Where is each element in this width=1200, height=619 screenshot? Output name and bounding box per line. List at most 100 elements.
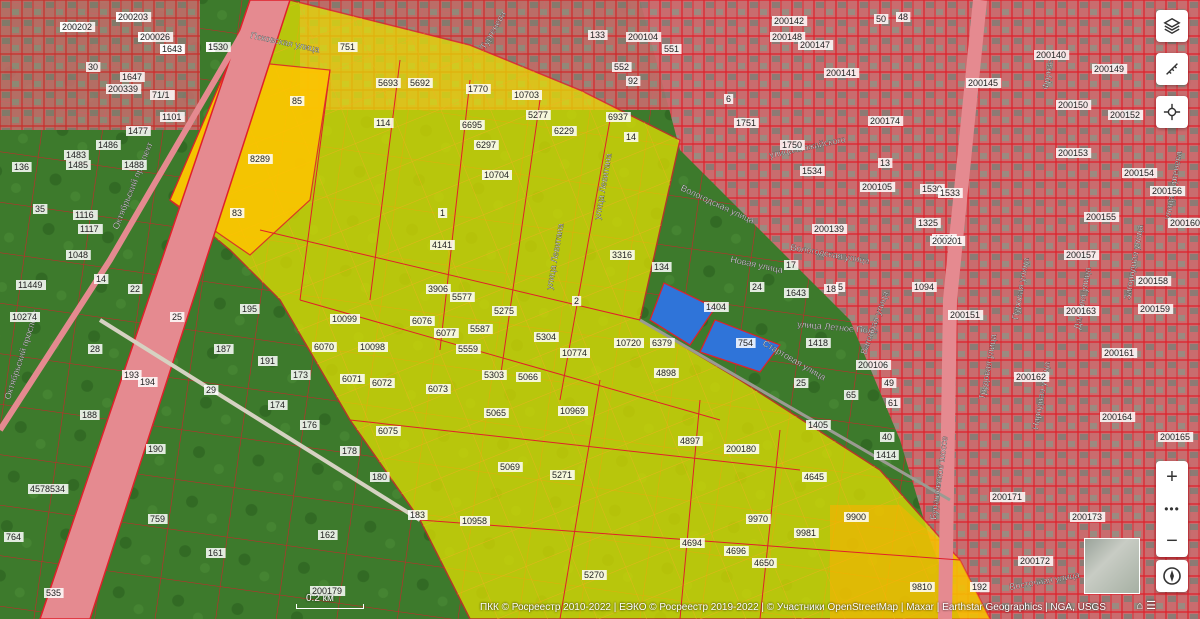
- parcel-number: 9810: [912, 582, 932, 592]
- parcel-number: 9970: [748, 514, 768, 524]
- parcel-number: 551: [664, 44, 679, 54]
- parcel-number: 200149: [1094, 64, 1124, 74]
- parcel-number: 759: [150, 514, 165, 524]
- parcel-number: 200152: [1110, 110, 1140, 120]
- parcel-number: 200157: [1066, 250, 1096, 260]
- parcel-number: 200174: [870, 116, 900, 126]
- parcel-number: 1530: [208, 42, 228, 52]
- parcel-number: 200180: [726, 444, 756, 454]
- attribution: ПКК © Росреестр 2010-2022 | ЕЭКО © Росре…: [480, 602, 1106, 613]
- parcel-number: 200201: [932, 236, 962, 246]
- map-canvas[interactable]: Октябрьский проспект Октябрьский проспек…: [0, 0, 1200, 619]
- parcel-number: 5277: [528, 110, 548, 120]
- layers-button[interactable]: [1156, 10, 1188, 42]
- parcel-number: 5271: [552, 470, 572, 480]
- parcel-number: 1488: [124, 160, 144, 170]
- parcel-number: 4645: [804, 472, 824, 482]
- parcel-number: 61: [888, 398, 898, 408]
- parcel-number: 6695: [462, 120, 482, 130]
- compass-button[interactable]: [1156, 560, 1188, 592]
- parcel-number: 10774: [562, 348, 587, 358]
- parcel-number: 5270: [584, 570, 604, 580]
- parcel-number: 200172: [1020, 556, 1050, 566]
- parcel-number: 1414: [876, 450, 896, 460]
- parcel-number: 1533: [940, 188, 960, 198]
- menu-icon[interactable]: ☰: [1146, 600, 1156, 612]
- zoom-in-button[interactable]: +: [1156, 461, 1188, 493]
- parcel-number: 764: [6, 532, 21, 542]
- parcel-number: 5065: [486, 408, 506, 418]
- parcel-number: 188: [82, 410, 97, 420]
- parcel-number: 200106: [858, 360, 888, 370]
- parcel-number: 183: [410, 510, 425, 520]
- parcel-number: 1534: [802, 166, 822, 176]
- scale-label: 0.2 км: [306, 593, 334, 604]
- parcel-number: 11449: [18, 280, 42, 290]
- parcel-number: 194: [140, 377, 155, 387]
- parcel-number: 10099: [332, 314, 357, 324]
- parcel-number: 10098: [360, 342, 385, 352]
- parcel-number: 1477: [128, 126, 148, 136]
- home-icon[interactable]: ⌂: [1136, 600, 1143, 612]
- parcel-number: 200153: [1058, 148, 1088, 158]
- parcel-number: 30: [88, 62, 98, 72]
- parcel-number: 10958: [462, 516, 487, 526]
- parcel-number: 6077: [436, 328, 456, 338]
- parcel-number: 200160: [1170, 218, 1200, 228]
- parcel-number: 4898: [656, 368, 676, 378]
- parcel-number: 28: [90, 344, 100, 354]
- parcel-number: 6: [726, 94, 731, 104]
- layers-icon: [1163, 17, 1181, 35]
- parcel-number: 14: [626, 132, 636, 142]
- parcel-number: 200140: [1036, 50, 1066, 60]
- parcel-number: 2: [574, 296, 579, 306]
- locate-button[interactable]: [1156, 96, 1188, 128]
- parcel-number: 191: [260, 356, 275, 366]
- parcel-number: 5303: [484, 370, 504, 380]
- parcel-number: 1643: [162, 44, 182, 54]
- parcel-number: 5069: [500, 462, 520, 472]
- parcel-number: 24: [752, 282, 762, 292]
- parcel-number: 40: [882, 432, 892, 442]
- parcel-number: 4696: [726, 546, 746, 556]
- parcel-number: 176: [302, 420, 317, 430]
- parcel-number: 1116: [75, 210, 94, 220]
- parcel-number: 10703: [514, 90, 539, 100]
- parcel-number: 65: [846, 390, 856, 400]
- parcel-number: 1048: [68, 250, 88, 260]
- parcel-number: 1770: [468, 84, 488, 94]
- parcel-number: 14: [96, 274, 106, 284]
- parcel-number: 3906: [428, 284, 448, 294]
- parcel-number: 10969: [560, 406, 585, 416]
- minimap[interactable]: [1084, 538, 1140, 594]
- parcel-number: 200141: [826, 68, 856, 78]
- parcel-number: 92: [628, 76, 638, 86]
- parcel-number: 1405: [808, 420, 828, 430]
- parcel-number: 754: [738, 338, 753, 348]
- parcel-number: 6075: [378, 426, 398, 436]
- parcel-number: 5304: [536, 332, 556, 342]
- parcel-number: 1751: [736, 118, 756, 128]
- scale-bar: 0.2 км: [296, 593, 364, 609]
- parcel-number: 192: [972, 582, 987, 592]
- parcel-number: 48: [898, 12, 908, 22]
- parcel-number: 6229: [554, 126, 574, 136]
- parcel-number: 200154: [1124, 168, 1154, 178]
- parcel-number: 1094: [914, 282, 934, 292]
- ruler-button[interactable]: [1156, 53, 1188, 85]
- parcel-number: 1483: [66, 150, 86, 160]
- more-button[interactable]: •••: [1156, 493, 1188, 525]
- parcel-number: 200158: [1138, 276, 1168, 286]
- parcel-number: 6073: [428, 384, 448, 394]
- parcel-number: 1643: [786, 288, 806, 298]
- parcel-number: 1101: [162, 112, 181, 122]
- parcel-number: 1404: [706, 302, 726, 312]
- parcel-number: 200026: [140, 32, 170, 42]
- parcel-number: 200165: [1160, 432, 1190, 442]
- parcel-number: 134: [654, 262, 669, 272]
- parcel-number: 5: [838, 282, 843, 292]
- zoom-out-button[interactable]: −: [1156, 525, 1188, 557]
- compass-icon: [1163, 567, 1181, 585]
- parcel-number: 5559: [458, 344, 478, 354]
- parcel-number: 200159: [1140, 304, 1170, 314]
